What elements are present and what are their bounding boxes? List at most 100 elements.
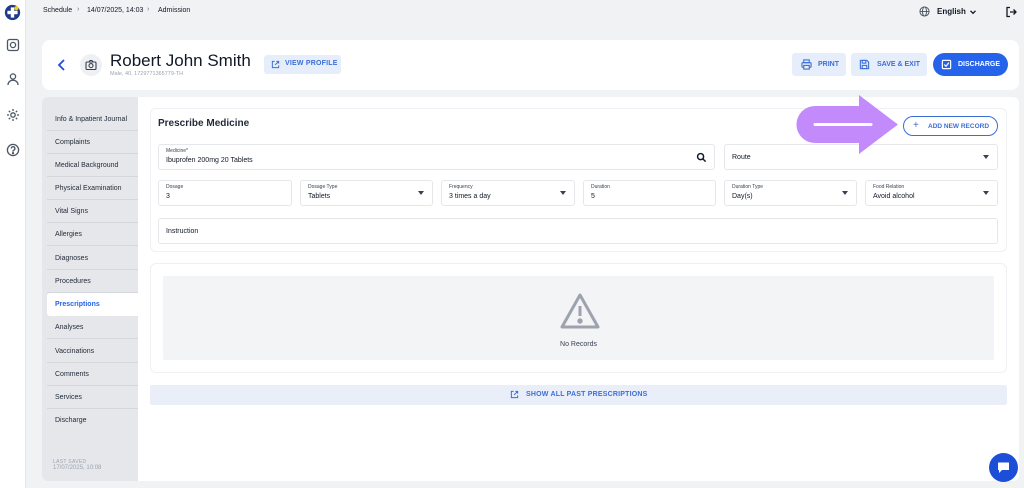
breadcrumb-schedule[interactable]: Schedule [43,7,72,14]
dropdown-caret-icon [842,191,848,195]
discharge-button[interactable]: DISCHARGE [933,53,1008,76]
checkbox-icon [941,59,952,70]
dropdown-caret-icon [983,155,989,159]
user-icon[interactable] [6,72,20,86]
back-arrow-icon[interactable] [56,58,68,72]
duration-label: Duration [591,184,610,190]
section-item-label: Medical Background [55,162,119,169]
section-item-comments[interactable]: Comments [47,363,138,386]
view-profile-label: VIEW PROFILE [285,60,338,67]
app-logo-icon[interactable] [4,4,21,21]
section-item-discharge[interactable]: Discharge [47,409,138,432]
patient-meta: Male, 40, 1729771365779-TH [110,71,184,77]
form-title: Prescribe Medicine [158,118,250,129]
duration-type-label: Duration Type [732,184,764,190]
show-past-label: SHOW ALL PAST PRESCRIPTIONS [526,391,648,398]
section-item-label: Physical Examination [55,185,122,192]
view-profile-button[interactable]: VIEW PROFILE [264,55,341,74]
left-rail [0,0,26,488]
save-exit-label: SAVE & EXIT [877,61,921,68]
printer-icon [801,59,812,70]
print-button[interactable]: PRINT [792,53,846,76]
section-item-label: Analyses [55,324,84,331]
section-item-vital-signs[interactable]: Vital Signs [47,200,138,223]
section-item-label: Allergies [55,231,82,238]
duration-type-select[interactable]: Duration Type Day(s) [724,180,857,206]
dropdown-caret-icon [983,191,989,195]
section-item-label: Info & Inpatient Journal [55,116,127,123]
section-item-label: Vaccinations [55,348,95,355]
language-label: English [937,7,966,16]
dropdown-caret-icon [418,191,424,195]
breadcrumb-separator: › [147,6,150,13]
last-saved-time: 17/07/2025, 10:08 [53,465,102,471]
medicine-label: Medicine* [166,148,188,154]
breadcrumb-date[interactable]: 14/07/2025, 14:03 [87,7,143,14]
add-new-record-label: ADD NEW RECORD [928,123,990,130]
plus-icon: + [913,120,919,131]
monitor-icon[interactable] [6,38,20,52]
section-item-info-journal[interactable]: Info & Inpatient Journal [47,108,138,131]
discharge-label: DISCHARGE [958,61,1001,68]
section-item-label: Services [55,394,82,401]
instruction-placeholder: Instruction [166,228,199,235]
camera-icon [85,59,97,71]
section-item-procedures[interactable]: Procedures [47,270,138,293]
warning-icon [560,293,600,329]
dosage-field[interactable]: Dosage 3 [158,180,292,206]
dosage-type-value: Tablets [308,193,331,200]
duration-type-value: Day(s) [732,193,753,200]
avatar[interactable] [80,54,102,76]
duration-value: 5 [591,193,595,200]
section-item-label: Diagnoses [55,255,89,262]
show-past-prescriptions-button[interactable]: SHOW ALL PAST PRESCRIPTIONS [150,385,1007,405]
dosage-value: 3 [166,193,170,200]
search-icon[interactable] [696,152,707,163]
chat-button[interactable] [989,453,1018,482]
food-relation-label: Food Relation [873,184,905,190]
external-link-icon [271,60,280,69]
dosage-type-label: Dosage Type [308,184,338,190]
section-item-prescriptions[interactable]: Prescriptions [47,293,138,316]
instruction-field[interactable]: Instruction [158,218,998,244]
section-item-complaints[interactable]: Complaints [47,131,138,154]
external-link-icon [510,390,519,399]
section-item-vaccinations[interactable]: Vaccinations [47,340,138,363]
print-label: PRINT [818,61,839,68]
frequency-select[interactable]: Frequency 3 times a day [441,180,575,206]
section-item-diagnoses[interactable]: Diagnoses [47,247,138,270]
records-panel: No Records [150,263,1007,373]
food-relation-value: Avoid alcohol [873,193,915,200]
logout-icon[interactable] [1005,6,1017,18]
patient-name: Robert John Smith [110,51,251,70]
patient-header: Robert John Smith Male, 40, 172977136577… [42,40,1019,90]
save-icon [859,59,870,70]
top-bar: Schedule › 14/07/2025, 14:03 › Admission [26,0,1024,24]
chevron-down-icon [970,10,976,15]
medicine-field[interactable]: Medicine* Ibuprofen 200mg 20 Tablets [158,144,715,170]
section-item-services[interactable]: Services [47,386,138,409]
section-item-analyses[interactable]: Analyses [47,316,138,339]
dropdown-caret-icon [560,191,566,195]
breadcrumb-admission: Admission [158,7,191,14]
section-item-physical-examination[interactable]: Physical Examination [47,177,138,200]
route-placeholder: Route [732,154,751,161]
section-item-label: Comments [55,371,89,378]
help-icon[interactable] [6,143,20,157]
callout-arrow [796,95,898,154]
dosage-type-select[interactable]: Dosage Type Tablets [300,180,433,206]
globe-icon [919,6,930,17]
frequency-label: Frequency [449,184,473,190]
duration-field[interactable]: Duration 5 [583,180,716,206]
chat-icon [998,462,1009,473]
section-item-medical-background[interactable]: Medical Background [47,154,138,177]
records-empty-state: No Records [163,276,994,360]
language-selector[interactable]: English [919,5,979,19]
dosage-label: Dosage [166,184,184,190]
food-relation-select[interactable]: Food Relation Avoid alcohol [865,180,998,206]
section-item-label: Vital Signs [55,208,88,215]
save-exit-button[interactable]: SAVE & EXIT [851,53,927,76]
gear-icon[interactable] [6,108,20,122]
section-item-allergies[interactable]: Allergies [47,223,138,246]
add-new-record-button[interactable]: + ADD NEW RECORD [903,116,998,136]
